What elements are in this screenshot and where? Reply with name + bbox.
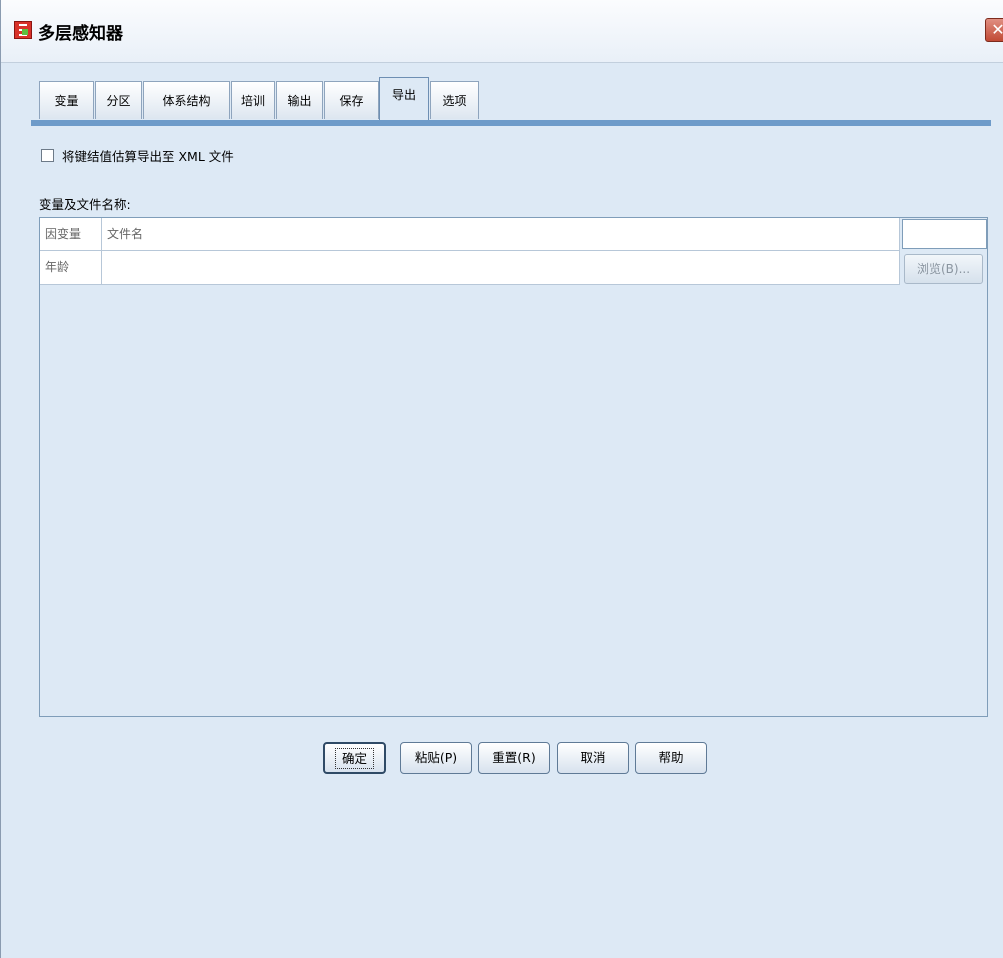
tab-partitions[interactable]: 分区 xyxy=(95,81,142,119)
column-header-dependent-variable: 因变量 xyxy=(40,218,102,251)
export-xml-checkbox-label[interactable]: 将键结值估算导出至 XML 文件 xyxy=(62,146,234,165)
tab-strip-underline xyxy=(31,120,991,126)
tab-save[interactable]: 保存 xyxy=(324,81,379,119)
tab-export[interactable]: 导出 xyxy=(379,77,429,120)
tab-training[interactable]: 培训 xyxy=(231,81,275,119)
ok-button[interactable]: 确定 xyxy=(323,742,386,774)
tab-options[interactable]: 选项 xyxy=(430,81,479,119)
browse-button[interactable]: 浏览(B)... xyxy=(904,254,983,284)
close-icon[interactable]: ✕ xyxy=(985,18,1003,42)
tab-variables[interactable]: 变量 xyxy=(39,81,94,119)
cancel-button[interactable]: 取消 xyxy=(557,742,629,774)
tab-output[interactable]: 输出 xyxy=(276,81,323,119)
reset-button[interactable]: 重置(R) xyxy=(478,742,550,774)
variables-filenames-label: 变量及文件名称: xyxy=(39,197,131,212)
header-filename-field[interactable] xyxy=(902,219,987,249)
export-table: 因变量 文件名 年龄 浏览(B)... xyxy=(39,217,988,717)
column-header-filename: 文件名 xyxy=(102,218,900,251)
dialog-window: 多层感知器 ✕ 变量 分区 体系结构 培训 输出 保存 导出 选项 将键结值估算… xyxy=(0,0,1003,958)
tab-architecture[interactable]: 体系结构 xyxy=(143,81,230,119)
paste-button[interactable]: 粘贴(P) xyxy=(400,742,472,774)
ok-button-label: 确定 xyxy=(334,748,374,769)
export-xml-checkbox[interactable] xyxy=(41,149,54,162)
row-filename-input[interactable] xyxy=(102,251,900,285)
window-title: 多层感知器 xyxy=(38,24,123,44)
spss-app-icon xyxy=(14,21,32,39)
title-bar[interactable]: 多层感知器 ✕ xyxy=(1,0,1003,63)
help-button[interactable]: 帮助 xyxy=(635,742,707,774)
row-variable-cell: 年龄 xyxy=(40,251,102,285)
